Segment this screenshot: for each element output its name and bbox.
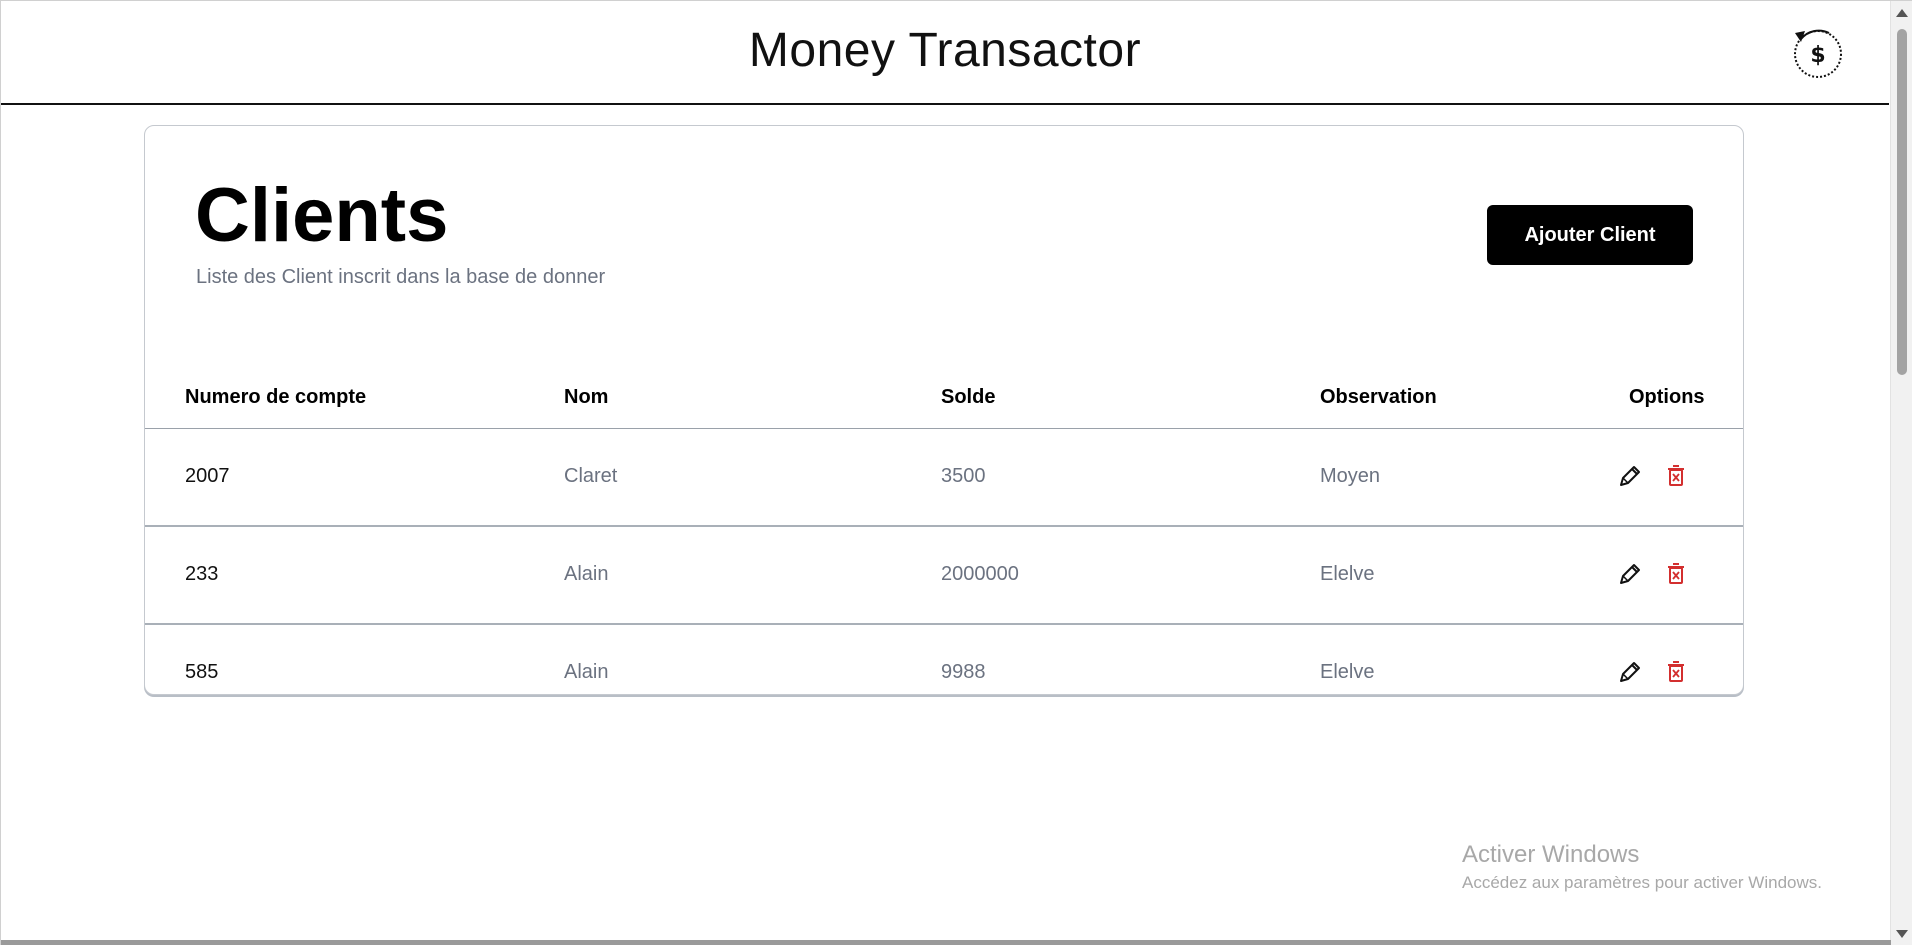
- cell-account: 233: [185, 563, 219, 585]
- trash-icon: [1668, 563, 1684, 584]
- delete-button[interactable]: [1663, 659, 1689, 685]
- windows-activation-subtitle: Accédez aux paramètres pour activer Wind…: [1462, 873, 1822, 892]
- cell-account: 585: [185, 661, 219, 683]
- edit-button[interactable]: [1617, 659, 1643, 685]
- table-row: 2007 Claret 3500 Moyen: [145, 429, 1743, 527]
- edit-button[interactable]: [1617, 561, 1643, 587]
- cell-observation: Elelve: [1320, 563, 1375, 585]
- dollar-history-icon: $: [1794, 29, 1842, 78]
- app-header: Money Transactor $: [1, 1, 1889, 105]
- page-subtitle: Liste des Client inscrit dans la base de…: [196, 266, 606, 288]
- delete-button[interactable]: [1663, 561, 1689, 587]
- scrollbar-thumb[interactable]: [1897, 29, 1907, 375]
- cell-observation: Elelve: [1320, 661, 1375, 683]
- page-title: Clients: [195, 173, 449, 258]
- table-row: 585 Alain 9988 Elelve: [145, 625, 1743, 694]
- clients-table: Numero de compte Nom Solde Observation O…: [145, 358, 1743, 694]
- edit-button[interactable]: [1617, 463, 1643, 489]
- column-header-account: Numero de compte: [185, 386, 367, 408]
- delete-button[interactable]: [1663, 463, 1689, 489]
- table-row: 233 Alain 2000000 Elelve: [145, 527, 1743, 625]
- scroll-down-arrow-icon[interactable]: [1896, 930, 1908, 938]
- horizontal-scrollbar[interactable]: [1, 940, 1891, 945]
- transaction-history-button[interactable]: $: [1789, 25, 1845, 81]
- trash-icon: [1668, 465, 1684, 486]
- pencil-icon: [1620, 662, 1640, 682]
- cell-name: Claret: [564, 465, 618, 487]
- cell-name: Alain: [564, 563, 609, 585]
- cell-balance: 9988: [941, 661, 986, 683]
- windows-activation-title: Activer Windows: [1462, 841, 1640, 868]
- add-client-button[interactable]: Ajouter Client: [1487, 205, 1693, 265]
- clients-card: Clients Liste des Client inscrit dans la…: [144, 125, 1744, 695]
- scroll-up-arrow-icon[interactable]: [1896, 9, 1908, 17]
- cell-observation: Moyen: [1320, 465, 1381, 487]
- cell-name: Alain: [564, 661, 609, 683]
- column-header-options: Options: [1629, 386, 1705, 408]
- pencil-icon: [1620, 564, 1640, 584]
- column-header-observation: Observation: [1320, 386, 1437, 408]
- cell-account: 2007: [185, 465, 230, 487]
- column-header-name: Nom: [564, 386, 609, 408]
- svg-text:$: $: [1810, 43, 1825, 68]
- vertical-scrollbar[interactable]: [1890, 1, 1912, 945]
- column-header-balance: Solde: [941, 386, 996, 408]
- browser-viewport: Money Transactor $ Clients Liste des Cli…: [0, 0, 1912, 945]
- pencil-icon: [1620, 466, 1640, 486]
- table-header: Numero de compte Nom Solde Observation O…: [145, 358, 1743, 429]
- trash-icon: [1668, 661, 1684, 682]
- cell-balance: 2000000: [941, 563, 1019, 585]
- app-title: Money Transactor: [748, 24, 1142, 77]
- cell-balance: 3500: [941, 465, 986, 487]
